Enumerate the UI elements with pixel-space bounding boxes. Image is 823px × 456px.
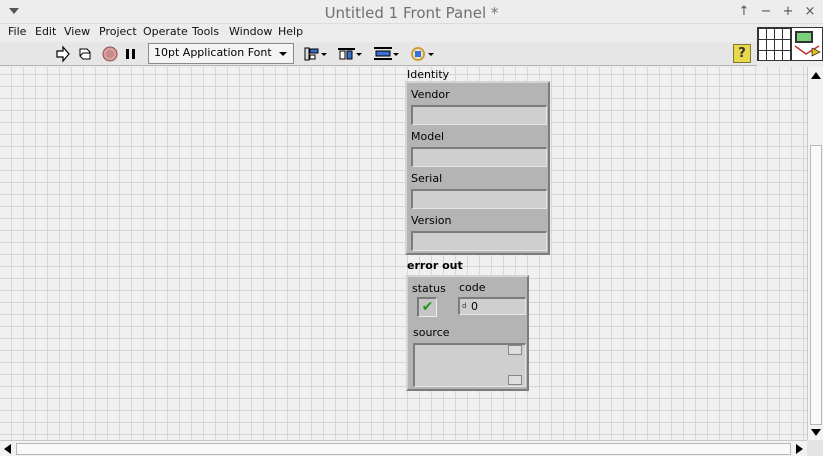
close-button[interactable]: × (802, 4, 818, 20)
identity-label: Identity (407, 68, 450, 81)
menu-help[interactable]: Help (278, 25, 303, 38)
vi-instrument-icon (794, 31, 821, 57)
source-label: source (413, 326, 450, 339)
error-out-cluster: status ✔ code d 0 source (406, 275, 529, 391)
code-field[interactable]: d 0 (458, 297, 526, 315)
keep-above-button[interactable]: ↑ (736, 4, 752, 20)
resize-icon[interactable] (373, 45, 399, 63)
vertical-scroll-thumb[interactable] (810, 145, 822, 425)
code-value: 0 (471, 300, 478, 313)
toolbar: 10pt Application Font ? (0, 42, 757, 66)
scroll-left-icon[interactable] (4, 444, 11, 454)
font-select[interactable]: 10pt Application Font (148, 43, 294, 64)
scroll-up-icon[interactable] (811, 72, 821, 79)
abort-icon[interactable] (101, 45, 119, 63)
run-arrow-icon[interactable] (55, 45, 71, 63)
menu-bar: File Edit View Project Operate Tools Win… (0, 24, 823, 42)
run-continuously-icon[interactable] (76, 45, 94, 63)
align-icon[interactable] (302, 45, 328, 63)
vi-icon[interactable] (791, 27, 823, 61)
reorder-icon[interactable] (409, 45, 435, 63)
horizontal-scrollbar[interactable] (0, 440, 807, 456)
version-label: Version (411, 214, 452, 227)
source-scroll-down-button[interactable] (508, 375, 522, 385)
code-label: code (459, 281, 486, 294)
menu-edit[interactable]: Edit (35, 25, 56, 38)
scroll-corner (807, 440, 823, 456)
serial-label: Serial (411, 172, 443, 185)
distribute-icon[interactable] (337, 45, 363, 63)
vendor-label: Vendor (411, 88, 450, 101)
window-title: Untitled 1 Front Panel * (324, 4, 499, 22)
chevron-down-icon (279, 52, 287, 56)
scroll-down-icon[interactable] (811, 429, 821, 436)
maximize-button[interactable]: + (780, 4, 796, 20)
horizontal-scroll-thumb[interactable] (16, 443, 791, 455)
vendor-field[interactable] (411, 105, 547, 125)
vertical-scrollbar[interactable] (807, 67, 823, 440)
font-select-value: 10pt Application Font (154, 46, 272, 59)
serial-field[interactable] (411, 189, 547, 209)
title-bar: Untitled 1 Front Panel * ↑ − + × (0, 0, 823, 24)
model-field[interactable] (411, 147, 547, 167)
menu-view[interactable]: View (64, 25, 90, 38)
menu-window[interactable]: Window (229, 25, 272, 38)
identity-cluster: Vendor Model Serial Version (405, 81, 550, 255)
connector-pane-icon[interactable] (757, 27, 791, 61)
error-out-label: error out (407, 259, 463, 272)
help-button[interactable]: ? (733, 44, 751, 63)
minimize-button[interactable]: − (758, 4, 774, 20)
status-label: status (412, 282, 446, 295)
scroll-right-icon[interactable] (796, 444, 803, 454)
radix-indicator: d (462, 302, 467, 310)
status-indicator[interactable]: ✔ (417, 297, 437, 317)
menu-project[interactable]: Project (99, 25, 137, 38)
source-scroll-up-button[interactable] (508, 345, 522, 355)
menu-operate[interactable]: Operate (143, 25, 188, 38)
front-panel-canvas[interactable]: Identity Vendor Model Serial Version err… (0, 67, 807, 440)
menu-file[interactable]: File (8, 25, 26, 38)
model-label: Model (411, 130, 445, 143)
version-field[interactable] (411, 231, 547, 251)
menu-tools[interactable]: Tools (192, 25, 219, 38)
pause-icon[interactable] (123, 45, 139, 63)
